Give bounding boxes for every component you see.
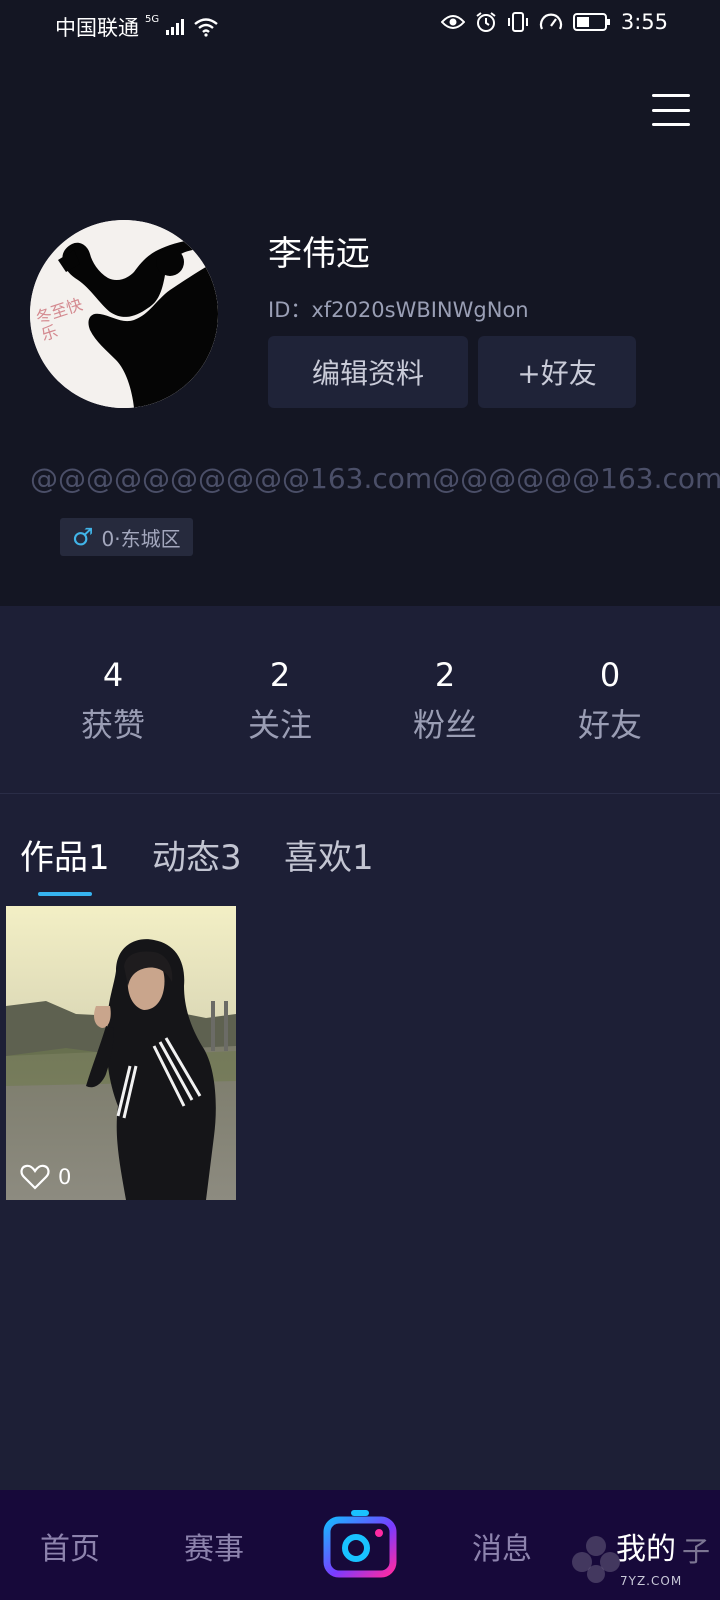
wifi-icon — [194, 18, 218, 37]
work-thumbnail[interactable]: 0 — [6, 906, 236, 1200]
stat-label: 好友 — [577, 706, 642, 744]
profile-screen: 中国联通 5G 3:55 冬至快乐 李伟远 ID：xf2020sWBINWgNo… — [0, 0, 720, 1600]
signal-icon — [166, 19, 185, 35]
stat-label: 关注 — [247, 706, 312, 744]
tab-likes[interactable]: 喜欢1 — [284, 830, 374, 879]
male-icon: ♂ — [72, 523, 94, 551]
active-tab-indicator — [38, 892, 92, 896]
speed-icon — [539, 13, 562, 30]
profile-header: 中国联通 5G 3:55 冬至快乐 李伟远 ID：xf2020sWBINWgNo… — [0, 0, 720, 606]
stat-label: 获赞 — [80, 706, 145, 744]
carrier-label: 中国联通 — [55, 16, 139, 40]
menu-button[interactable] — [652, 94, 690, 126]
vibrate-icon — [507, 12, 528, 32]
work-image — [6, 906, 236, 1200]
bottom-navigation: 首页 赛事 消息 我的 子 7YZ.COM — [0, 1490, 720, 1600]
menu-icon — [652, 94, 690, 97]
stat-value: 2 — [269, 656, 291, 694]
stat-likes[interactable]: 4 获赞 — [38, 656, 188, 746]
stat-followers[interactable]: 2 粉丝 — [370, 656, 520, 746]
tab-posts[interactable]: 动态3 — [152, 830, 242, 879]
avatar[interactable]: 冬至快乐 — [30, 220, 218, 408]
watermark-text: 7YZ.COM — [620, 1574, 683, 1588]
signature-text: @@@@@@@@@@163.com@@@@@@163.com — [30, 462, 720, 495]
nav-events[interactable]: 赛事 — [184, 1524, 244, 1568]
work-like-count: 0 — [20, 1164, 71, 1190]
eye-icon — [440, 15, 465, 29]
status-left: 中国联通 5G — [55, 12, 219, 42]
nav-messages[interactable]: 消息 — [472, 1524, 532, 1568]
stat-following[interactable]: 2 关注 — [205, 656, 355, 746]
clock-label: 3:55 — [620, 10, 668, 34]
battery-icon — [572, 13, 610, 31]
stat-value: 0 — [599, 656, 621, 694]
watermark-glyph: 子 — [682, 1535, 711, 1568]
status-bar: 中国联通 5G 3:55 — [0, 0, 720, 52]
alarm-icon — [476, 12, 496, 32]
stat-friends[interactable]: 0 好友 — [535, 656, 685, 746]
gender-location-label: 0·东城区 — [101, 526, 181, 551]
camera-icon — [323, 1510, 397, 1578]
heart-icon — [20, 1164, 50, 1190]
gender-location-badge: ♂ 0·东城区 — [60, 518, 193, 556]
edit-profile-button[interactable]: 编辑资料 — [268, 336, 468, 408]
username: 李伟远 — [268, 234, 370, 274]
like-count-label: 0 — [58, 1165, 72, 1189]
stat-label: 粉丝 — [412, 706, 477, 744]
stats-bar: 4 获赞 2 关注 2 粉丝 0 好友 — [0, 606, 720, 794]
status-right: 3:55 — [440, 10, 668, 34]
nav-home[interactable]: 首页 — [40, 1524, 100, 1568]
user-id: ID：xf2020sWBINWgNon — [268, 298, 529, 322]
watermark-logo — [572, 1536, 620, 1583]
content-tabs: 作品1 动态3 喜欢1 — [0, 820, 720, 900]
stat-value: 2 — [434, 656, 456, 694]
tab-works[interactable]: 作品1 — [20, 830, 110, 879]
add-friend-button[interactable]: +好友 — [478, 336, 636, 408]
network-type-label: 5G — [145, 13, 160, 25]
camera-button[interactable] — [323, 1508, 397, 1578]
stat-value: 4 — [102, 656, 124, 694]
